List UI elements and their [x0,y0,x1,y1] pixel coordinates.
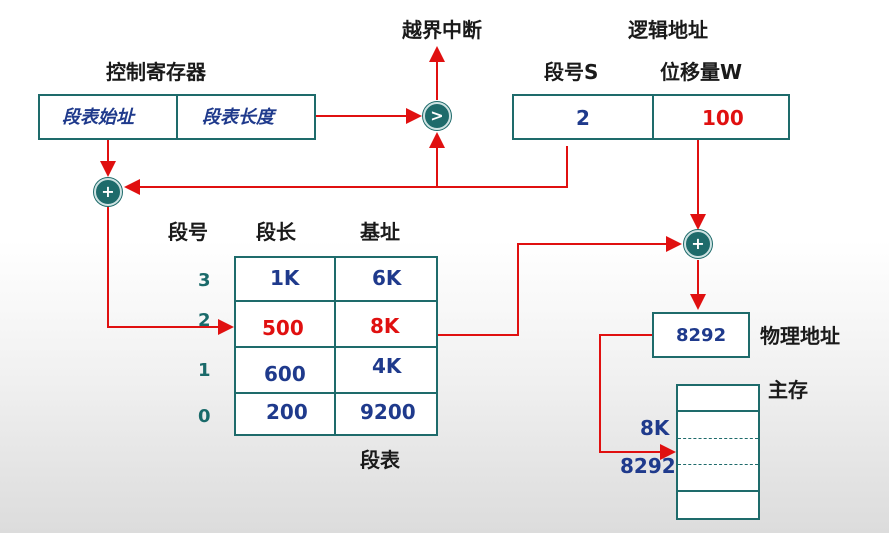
main-memory-label: 主存 [768,378,808,402]
table-cell-base: 6K [372,266,402,290]
offset-w-label: 位移量W [660,60,743,84]
segment-value: 2 [576,106,590,130]
overflow-interrupt-label: 越界中断 [402,18,482,42]
segment-s-label: 段号S [544,60,599,84]
physical-address-box: 8292 [652,312,750,358]
header-segment-no: 段号 [168,220,208,244]
wire-segment-to-adder [124,146,568,195]
wire-base-to-adder [438,236,682,336]
physical-address-label: 物理地址 [760,324,840,348]
table-cell-length: 200 [266,400,308,424]
table-cell-base: 9200 [360,400,416,424]
compare-operator: > [423,102,451,130]
table-cell-length: 1K [270,266,300,290]
memory-divider [678,490,758,492]
row-number: 3 [198,270,211,291]
segment-table-label: 段表 [360,448,400,472]
control-register-label: 控制寄存器 [106,60,206,84]
memory-divider [678,410,758,412]
row-number: 0 [198,406,211,427]
segment-table: 1K 6K 500 8K 600 4K 200 9200 [234,256,438,436]
logical-divider [652,96,654,138]
memory-divider [678,438,758,439]
table-cell-length: 500 [262,316,304,340]
logical-address-box: 2 100 [512,94,790,140]
main-memory-block [676,384,760,520]
table-cell-base: 8K [370,314,400,338]
memory-mark-8k: 8K [640,416,670,440]
row-number: 2 [198,310,211,331]
header-base-address: 基址 [360,220,400,244]
register-divider [176,96,178,138]
memory-mark-8292: 8292 [620,454,676,478]
table-cell-base: 4K [372,354,402,378]
table-row-divider [236,300,436,302]
table-row-divider [236,346,436,348]
adder-operator-1: + [94,178,122,206]
physical-address-value: 8292 [676,325,727,346]
table-length-field: 段表长度 [202,107,274,128]
control-register-box: 段表始址 段表长度 [38,94,316,140]
adder-operator-2: + [684,230,712,258]
memory-divider [678,464,758,465]
logical-address-label: 逻辑地址 [628,18,708,42]
header-segment-length: 段长 [256,220,296,244]
row-number: 1 [198,360,211,381]
offset-value: 100 [702,106,744,130]
table-cell-length: 600 [264,362,306,386]
table-start-field: 段表始址 [62,107,134,128]
table-row-divider [236,392,436,394]
